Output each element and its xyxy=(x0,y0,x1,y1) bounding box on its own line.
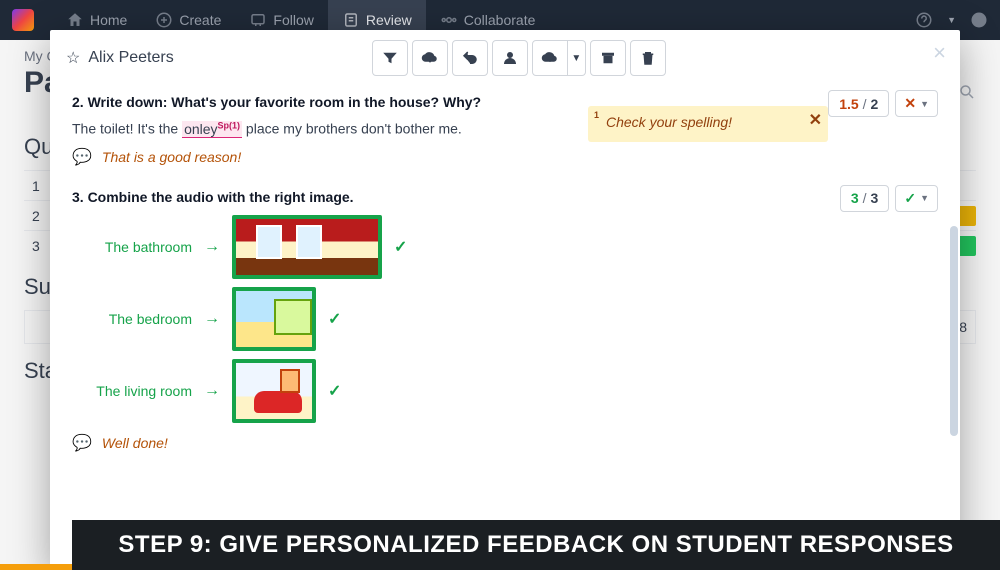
callout-close-icon[interactable]: ✕ xyxy=(809,110,822,130)
trash-icon xyxy=(639,49,657,67)
comment-text: Well done! xyxy=(102,435,168,451)
chevron-down-icon: ▼ xyxy=(920,99,929,109)
mark-symbol: ✕ xyxy=(904,95,916,112)
score-sep: / xyxy=(863,190,867,206)
arrow-icon: → xyxy=(204,310,220,328)
cloud-upload-button[interactable] xyxy=(532,40,568,76)
score-earned: 1.5 xyxy=(839,96,858,112)
review-icon xyxy=(342,11,360,29)
spelling-error[interactable]: onleySp(1) xyxy=(182,121,242,138)
arrow-icon: → xyxy=(204,382,220,400)
user-icon xyxy=(501,49,519,67)
match-label: The bathroom xyxy=(82,239,192,255)
comment-text: That is a good reason! xyxy=(102,149,241,165)
collaborate-icon xyxy=(440,11,458,29)
comment-icon[interactable]: 💬 xyxy=(72,147,92,167)
score-pill[interactable]: 3 / 3 xyxy=(840,185,889,212)
match-row-bathroom: The bathroom → ✓ xyxy=(82,215,938,279)
app-logo[interactable] xyxy=(12,9,34,31)
match-image-livingroom[interactable] xyxy=(232,359,316,423)
question-title: 3. Combine the audio with the right imag… xyxy=(72,189,938,205)
help-icon[interactable] xyxy=(915,11,933,29)
nav-label: Follow xyxy=(273,12,313,28)
modal-body: 1.5 / 2 ✕ ▼ 2. Write down: What's your f… xyxy=(50,86,960,570)
match-row-livingroom: The living room → ✓ xyxy=(82,359,938,423)
check-icon: ✓ xyxy=(328,309,341,329)
assign-user-button[interactable] xyxy=(492,40,528,76)
modal-header: ☆ Alix Peeters ▼ xyxy=(50,30,960,86)
teacher-comment: 💬 Well done! xyxy=(72,433,938,453)
review-modal: × ☆ Alix Peeters ▼ 1.5 / 2 xyxy=(50,30,960,570)
home-icon xyxy=(66,11,84,29)
match-image-bedroom[interactable] xyxy=(232,287,316,351)
check-icon: ✓ xyxy=(328,381,341,401)
filter-icon xyxy=(381,49,399,67)
score-box: 1.5 / 2 ✕ ▼ xyxy=(828,90,938,117)
search-icon[interactable] xyxy=(958,83,976,101)
match-image-bathroom[interactable] xyxy=(232,215,382,279)
score-pill[interactable]: 1.5 / 2 xyxy=(828,90,889,117)
archive-icon xyxy=(599,49,617,67)
callout-number: 1 xyxy=(594,110,599,120)
score-max: 3 xyxy=(871,190,879,206)
nav-label: Create xyxy=(179,12,221,28)
mark-symbol: ✓ xyxy=(904,190,916,207)
mark-dropdown[interactable]: ✓ ▼ xyxy=(895,185,938,212)
student-name: Alix Peeters xyxy=(88,49,173,67)
undo-icon xyxy=(461,49,479,67)
question-2: 1.5 / 2 ✕ ▼ 2. Write down: What's your f… xyxy=(72,94,938,167)
archive-button[interactable] xyxy=(590,40,626,76)
match-label: The bedroom xyxy=(82,311,192,327)
match-row-bedroom: The bedroom → ✓ xyxy=(82,287,938,351)
annotation-callout: 1 Check your spelling! ✕ xyxy=(588,106,828,142)
check-icon: ✓ xyxy=(394,237,407,257)
callout-text: Check your spelling! xyxy=(606,114,732,130)
score-box: 3 / 3 ✓ ▼ xyxy=(840,185,938,212)
teacher-comment: 💬 That is a good reason! xyxy=(72,147,938,167)
user-icon[interactable] xyxy=(970,11,988,29)
create-icon xyxy=(155,11,173,29)
scrollbar[interactable] xyxy=(950,226,958,436)
nav-label: Review xyxy=(366,12,412,28)
close-icon[interactable]: × xyxy=(933,40,946,66)
mark-dropdown[interactable]: ✕ ▼ xyxy=(895,90,938,117)
score-sep: / xyxy=(863,96,867,112)
undo-button[interactable] xyxy=(452,40,488,76)
star-icon[interactable]: ☆ xyxy=(66,48,80,68)
chevron-down-icon: ▼ xyxy=(920,193,929,203)
question-3: 3 / 3 ✓ ▼ 3. Combine the audio with the … xyxy=(72,189,938,453)
toolbar: ▼ xyxy=(372,40,666,76)
cloud-upload-split: ▼ xyxy=(532,40,586,76)
arrow-icon: → xyxy=(204,238,220,256)
cloud-download-icon xyxy=(421,49,439,67)
score-max: 2 xyxy=(871,96,879,112)
follow-icon xyxy=(249,11,267,29)
filter-button[interactable] xyxy=(372,40,408,76)
delete-button[interactable] xyxy=(630,40,666,76)
cloud-upload-icon xyxy=(541,49,559,67)
nav-label: Home xyxy=(90,12,127,28)
comment-icon[interactable]: 💬 xyxy=(72,433,92,453)
progress-bar xyxy=(0,564,72,570)
cloud-download-button[interactable] xyxy=(412,40,448,76)
score-earned: 3 xyxy=(851,190,859,206)
upload-caret[interactable]: ▼ xyxy=(568,40,586,76)
nav-right: ▼ xyxy=(915,11,988,29)
step-banner: STEP 9: GIVE PERSONALIZED FEEDBACK ON ST… xyxy=(72,520,1000,570)
nav-label: Collaborate xyxy=(464,12,536,28)
help-caret[interactable]: ▼ xyxy=(947,15,956,25)
match-label: The living room xyxy=(82,383,192,399)
